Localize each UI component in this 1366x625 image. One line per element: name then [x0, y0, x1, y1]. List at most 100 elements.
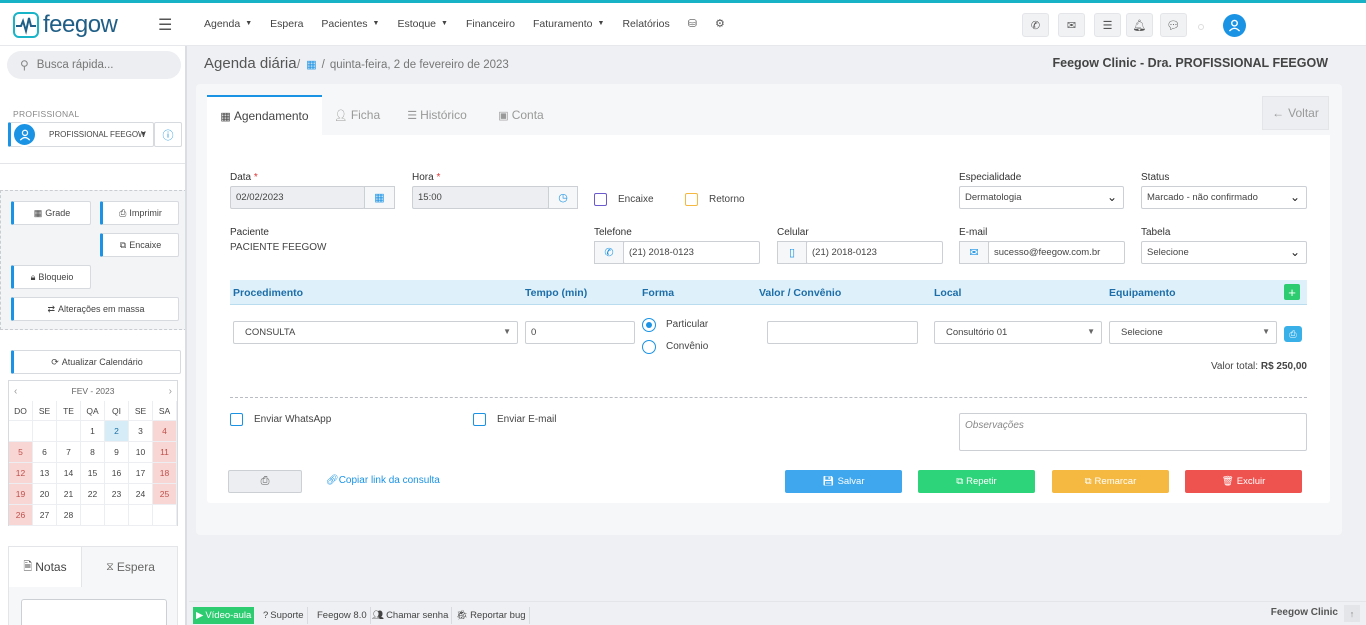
calendar-day[interactable]: 17 [129, 463, 153, 484]
calendar-day[interactable]: 27 [33, 505, 57, 526]
database-icon[interactable]: ⛁ [688, 17, 697, 30]
tab-ficha[interactable]: 👤︎ Ficha [325, 95, 389, 135]
status-select[interactable]: Marcado - não confirmado ⌄ [1141, 186, 1307, 209]
tab-notas[interactable]: 🗎︎ Notas [9, 547, 82, 587]
imprimir-button[interactable]: ⎙ Imprimir [100, 201, 179, 225]
phone-icon[interactable]: ✆ [1022, 13, 1049, 37]
retorno-checkbox[interactable] [685, 193, 698, 206]
especialidade-select[interactable]: Dermatologia ⌄ [959, 186, 1124, 209]
copy-link[interactable]: 🔗︎Copiar link da consulta [326, 475, 440, 486]
calendar-day[interactable]: 11 [153, 442, 177, 463]
inbox-icon[interactable]: ✉ [1058, 13, 1085, 37]
voltar-button[interactable]: ← Voltar [1262, 96, 1329, 130]
calendar-day[interactable]: 26 [9, 505, 33, 526]
bloqueio-button[interactable]: 🔒︎ Bloqueio [11, 265, 91, 289]
email-input[interactable]: sucesso@feegow.com.br [988, 241, 1125, 264]
video-aula-button[interactable]: ▶ Vídeo-aula [193, 607, 255, 624]
calendar-day[interactable]: 22 [81, 484, 105, 505]
equipamento-select[interactable]: Selecione ▼ [1109, 321, 1277, 344]
notes-textarea[interactable] [21, 599, 167, 625]
tab-agendamento[interactable]: ▦ Agendamento [207, 95, 322, 135]
chevron-left-icon[interactable]: ‹ [14, 386, 17, 397]
calendar-picker-icon[interactable]: ▦ [364, 186, 395, 209]
quick-search-input[interactable]: ⚲ Busca rápida... [7, 51, 181, 79]
tab-historico[interactable]: ☰ Histórico [399, 95, 475, 135]
calendar-day[interactable]: 10 [129, 442, 153, 463]
reportar-bug-button[interactable]: 🐞︎ Reportar bug [453, 607, 530, 624]
salvar-button[interactable]: 💾︎ Salvar [785, 470, 902, 493]
logo[interactable]: feegow [13, 11, 118, 39]
tab-espera[interactable]: ⧖ Espera [82, 547, 179, 587]
add-procedure-button[interactable]: + [1284, 284, 1300, 300]
tempo-input[interactable]: 0 [525, 321, 635, 344]
calendar-day[interactable]: 19 [9, 484, 33, 505]
alteracoes-em-massa-button[interactable]: ⇄ Alterações em massa [11, 297, 179, 321]
nav-financeiro[interactable]: Financeiro [466, 17, 515, 30]
telefone-input[interactable]: (21) 2018-0123 [623, 241, 760, 264]
print-button[interactable]: ⎙ [228, 470, 302, 493]
calendar-day[interactable]: 2 [105, 421, 129, 442]
data-input[interactable]: 02/02/2023 [230, 186, 365, 209]
email-checkbox[interactable] [473, 413, 486, 426]
chat-icon[interactable]: 💬︎ [1160, 13, 1187, 37]
bell-icon[interactable]: 🔔︎ [1126, 13, 1153, 37]
convenio-radio[interactable] [642, 340, 656, 354]
paciente-value[interactable]: PACIENTE FEEGOW [230, 242, 327, 253]
remarcar-button[interactable]: ⧉ Remarcar [1052, 470, 1169, 493]
encaixe-button[interactable]: ⧉ Encaixe [100, 233, 179, 257]
calendar-day[interactable]: 28 [57, 505, 81, 526]
nav-espera[interactable]: Espera [270, 17, 303, 30]
grade-button[interactable]: ▦ Grade [11, 201, 91, 225]
calendar-day[interactable]: 3 [129, 421, 153, 442]
clock-icon[interactable]: ◷ [548, 186, 578, 209]
user-avatar[interactable] [1223, 14, 1246, 37]
calendar-day[interactable]: 4 [153, 421, 177, 442]
calendar-day[interactable]: 16 [105, 463, 129, 484]
calendar-day[interactable]: 1 [81, 421, 105, 442]
calendar-day[interactable]: 6 [33, 442, 57, 463]
procedimento-select[interactable]: CONSULTA ▼ [233, 321, 518, 344]
calendar-day[interactable]: 25 [153, 484, 177, 505]
suporte-button[interactable]: ? Suporte [260, 607, 308, 624]
nav-pacientes[interactable]: Pacientes ▼ [321, 17, 379, 30]
calendar-day[interactable]: 7 [57, 442, 81, 463]
nav-agenda[interactable]: Agenda ▼ [204, 17, 252, 30]
calendar-day[interactable]: 24 [129, 484, 153, 505]
menu-toggle-icon[interactable]: ☰ [158, 15, 172, 35]
excluir-button[interactable]: 🗑︎ Excluir [1185, 470, 1302, 493]
repetir-button[interactable]: ⧉ Repetir [918, 470, 1035, 493]
calendar-day[interactable]: 12 [9, 463, 33, 484]
nav-relatorios[interactable]: Relatórios [622, 17, 669, 30]
chamar-senha-button[interactable]: 👥︎ Chamar senha [369, 607, 453, 624]
calendar-day[interactable]: 21 [57, 484, 81, 505]
tabela-select[interactable]: Selecione ⌄ [1141, 241, 1307, 264]
tasks-icon[interactable]: ☰ [1094, 13, 1121, 37]
calendar-day[interactable]: 13 [33, 463, 57, 484]
calendar-day[interactable]: 23 [105, 484, 129, 505]
encaixe-checkbox[interactable] [594, 193, 607, 206]
tab-conta[interactable]: ▣ Conta [489, 95, 553, 135]
observacoes-textarea[interactable]: Observações [959, 413, 1307, 451]
calendar-day[interactable]: 9 [105, 442, 129, 463]
whatsapp-checkbox[interactable] [230, 413, 243, 426]
arrow-up-icon[interactable]: ↑ [1344, 605, 1360, 622]
celular-input[interactable]: (21) 2018-0123 [806, 241, 943, 264]
info-icon[interactable]: ⓘ [154, 122, 182, 147]
valor-input[interactable] [767, 321, 918, 344]
calendar-day[interactable]: 8 [81, 442, 105, 463]
hora-input[interactable]: 15:00 [412, 186, 549, 209]
print-icon[interactable]: ⎙ [1284, 326, 1302, 342]
calendar-icon[interactable]: ▦ [306, 58, 316, 71]
nav-estoque[interactable]: Estoque ▼ [397, 17, 447, 30]
calendar-day[interactable]: 18 [153, 463, 177, 484]
atualizar-calendario-button[interactable]: ⟳ Atualizar Calendário [11, 350, 181, 374]
calendar-day[interactable]: 14 [57, 463, 81, 484]
gear-icon[interactable]: ⚙ [715, 17, 725, 30]
chevron-right-icon[interactable]: › [169, 386, 172, 397]
local-select[interactable]: Consultório 01 ▼ [934, 321, 1102, 344]
calendar-day[interactable]: 20 [33, 484, 57, 505]
particular-radio[interactable] [642, 318, 656, 332]
calendar-day[interactable]: 5 [9, 442, 33, 463]
calendar-day[interactable]: 15 [81, 463, 105, 484]
nav-faturamento[interactable]: Faturamento ▼ [533, 17, 604, 30]
